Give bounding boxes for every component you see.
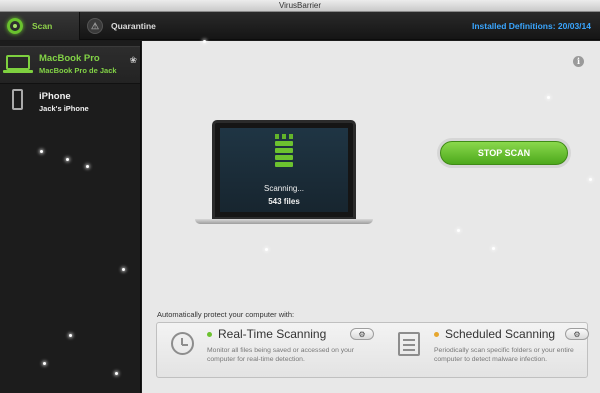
- scheduled-status-dot: [434, 332, 439, 337]
- device-name: MacBook Pro: [39, 53, 100, 64]
- snow-particle: [589, 178, 592, 181]
- snow-particle: [203, 40, 206, 43]
- tab-scan-label: Scan: [32, 21, 53, 31]
- device-subtitle: MacBook Pro de Jack: [39, 66, 117, 75]
- tab-quarantine-label: Quarantine: [111, 21, 156, 31]
- scan-file-count: 543 files: [268, 197, 300, 206]
- snow-particle: [457, 229, 460, 232]
- device-subtitle: Jack's iPhone: [39, 104, 89, 113]
- realtime-scanning-title: Real-Time Scanning: [218, 327, 327, 341]
- snow-particle: [265, 248, 268, 251]
- snow-particle: [66, 158, 69, 161]
- quarantine-icon: ⚠: [87, 18, 103, 34]
- realtime-status-dot: [207, 332, 212, 337]
- snow-particle: [547, 96, 550, 99]
- macbook-base: [195, 219, 373, 224]
- scheduled-settings-button[interactable]: ⚙: [565, 328, 589, 340]
- scanning-spinner-icon: ❀: [129, 55, 137, 65]
- device-name: iPhone: [39, 91, 71, 102]
- realtime-scanning-description: Monitor all files being saved or accesse…: [207, 347, 354, 363]
- auto-protect-heading: Automatically protect your computer with…: [157, 310, 295, 319]
- iphone-icon: [12, 89, 23, 110]
- macbook-screen: Scanning... 543 files: [220, 128, 348, 212]
- snow-particle: [69, 334, 72, 337]
- scan-ring-icon: [7, 18, 23, 34]
- scheduled-scanning-description: Periodically scan specific folders or yo…: [434, 347, 574, 363]
- tab-scan[interactable]: Scan: [0, 12, 80, 40]
- main-panel: i Scanning... 543 files STOP SCAN Automa…: [142, 41, 600, 393]
- snow-particle: [115, 372, 118, 375]
- sidebar-item-macbook-pro[interactable]: MacBook Pro MacBook Pro de Jack ❀: [0, 46, 140, 84]
- window-title: VirusBarrier: [0, 0, 600, 12]
- snow-particle: [43, 362, 46, 365]
- snow-particle: [40, 150, 43, 153]
- installed-definitions-link[interactable]: Installed Definitions: 20/03/14: [472, 12, 591, 40]
- clock-icon: [171, 332, 194, 355]
- macbook-illustration: Scanning... 543 files: [212, 120, 356, 220]
- sidebar-item-iphone[interactable]: iPhone Jack's iPhone: [0, 86, 140, 124]
- snow-particle: [492, 247, 495, 250]
- toolbar: Scan ⚠ Quarantine Installed Definitions:…: [0, 12, 600, 40]
- auto-protect-panel: Real-Time Scanning ⚙ Monitor all files b…: [156, 322, 589, 378]
- stop-scan-button[interactable]: STOP SCAN: [440, 141, 568, 165]
- laptop-icon: [6, 55, 30, 70]
- tower-progress-icon: [275, 134, 293, 167]
- sidebar: MacBook Pro MacBook Pro de Jack ❀ iPhone…: [0, 41, 141, 393]
- laptop-base: [3, 70, 33, 73]
- snow-particle: [122, 268, 125, 271]
- info-icon[interactable]: i: [573, 56, 584, 67]
- schedule-icon: [398, 332, 420, 356]
- scan-status: Scanning...: [263, 184, 305, 193]
- tab-quarantine[interactable]: ⚠ Quarantine: [81, 12, 163, 40]
- scheduled-scanning-title: Scheduled Scanning: [445, 327, 556, 341]
- realtime-settings-button[interactable]: ⚙: [350, 328, 374, 340]
- snow-particle: [86, 165, 89, 168]
